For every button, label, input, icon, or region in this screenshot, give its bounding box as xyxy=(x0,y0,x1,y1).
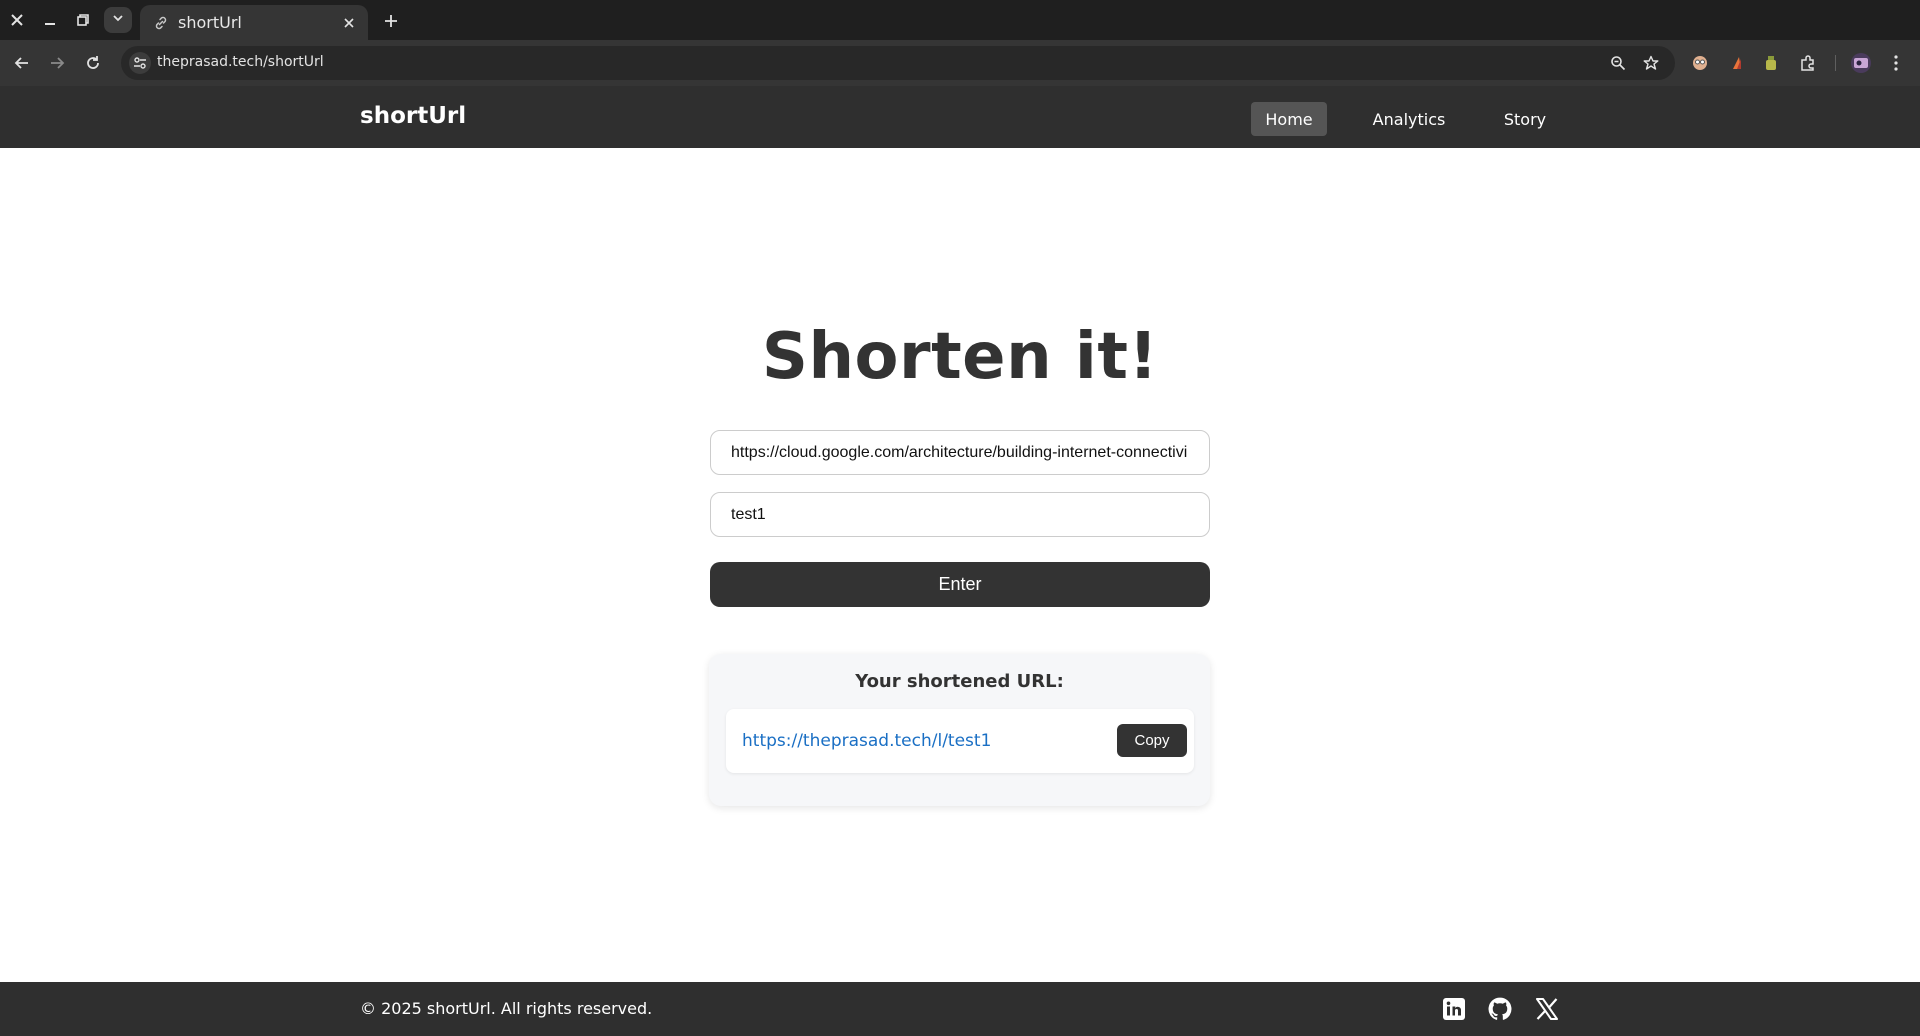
back-arrow-icon[interactable] xyxy=(9,50,35,76)
result-heading: Your shortened URL: xyxy=(855,671,1064,692)
browser-tab[interactable]: shortUrl xyxy=(140,5,368,40)
tab-title: shortUrl xyxy=(178,13,242,32)
shortened-url-card: Your shortened URL: https://theprasad.te… xyxy=(709,654,1210,806)
bookmark-star-icon[interactable] xyxy=(1641,53,1661,73)
result-row: https://theprasad.tech/l/test1 Copy xyxy=(726,709,1194,773)
forward-arrow-icon[interactable] xyxy=(44,50,70,76)
window-minimize-icon[interactable] xyxy=(38,8,62,32)
brand-logo-text[interactable]: shortUrl xyxy=(360,103,466,129)
copyright-text: © 2025 shortUrl. All rights reserved. xyxy=(360,999,653,1018)
address-bar[interactable]: theprasad.tech/shortUrl xyxy=(121,46,1675,80)
long-url-input[interactable] xyxy=(710,430,1210,475)
browser-toolbar: theprasad.tech/shortUrl xyxy=(0,40,1920,86)
nav-analytics[interactable]: Analytics xyxy=(1362,102,1456,136)
custom-alias-input[interactable] xyxy=(710,492,1210,537)
site-header: shortUrl Home Analytics Story xyxy=(0,86,1920,148)
nav-home[interactable]: Home xyxy=(1251,102,1327,136)
link-icon xyxy=(152,14,170,32)
copy-button[interactable]: Copy xyxy=(1117,724,1187,757)
shortened-url-link[interactable]: https://theprasad.tech/l/test1 xyxy=(742,731,991,751)
nav-story[interactable]: Story xyxy=(1494,102,1556,136)
github-icon[interactable] xyxy=(1486,995,1514,1023)
tab-close-icon[interactable] xyxy=(340,14,358,32)
window-close-icon[interactable] xyxy=(5,8,29,32)
browser-menu-icon[interactable] xyxy=(1885,52,1907,74)
extension-orange-icon[interactable] xyxy=(1726,52,1748,74)
new-tab-plus-icon[interactable] xyxy=(378,8,404,34)
x-icon[interactable] xyxy=(1533,995,1561,1023)
address-url: theprasad.tech/shortUrl xyxy=(157,54,324,70)
site-info-icon[interactable] xyxy=(129,52,151,74)
site-footer: © 2025 shortUrl. All rights reserved. xyxy=(0,982,1920,1036)
browser-tab-bar: shortUrl xyxy=(0,0,1920,40)
chevron-down-icon xyxy=(112,11,124,29)
extension-face-icon[interactable] xyxy=(1689,52,1711,74)
reload-icon[interactable] xyxy=(80,50,106,76)
toolbar-divider xyxy=(1835,55,1836,71)
extensions-puzzle-icon[interactable] xyxy=(1797,52,1819,74)
page-title: Shorten it! xyxy=(761,320,1159,394)
linkedin-icon[interactable] xyxy=(1440,995,1468,1023)
zoom-icon[interactable] xyxy=(1608,53,1628,73)
tab-search-dropdown[interactable] xyxy=(104,7,132,33)
enter-button[interactable]: Enter xyxy=(710,562,1210,607)
extension-bottle-icon[interactable] xyxy=(1760,52,1782,74)
window-restore-icon[interactable] xyxy=(71,8,95,32)
profile-avatar[interactable] xyxy=(1850,52,1872,74)
